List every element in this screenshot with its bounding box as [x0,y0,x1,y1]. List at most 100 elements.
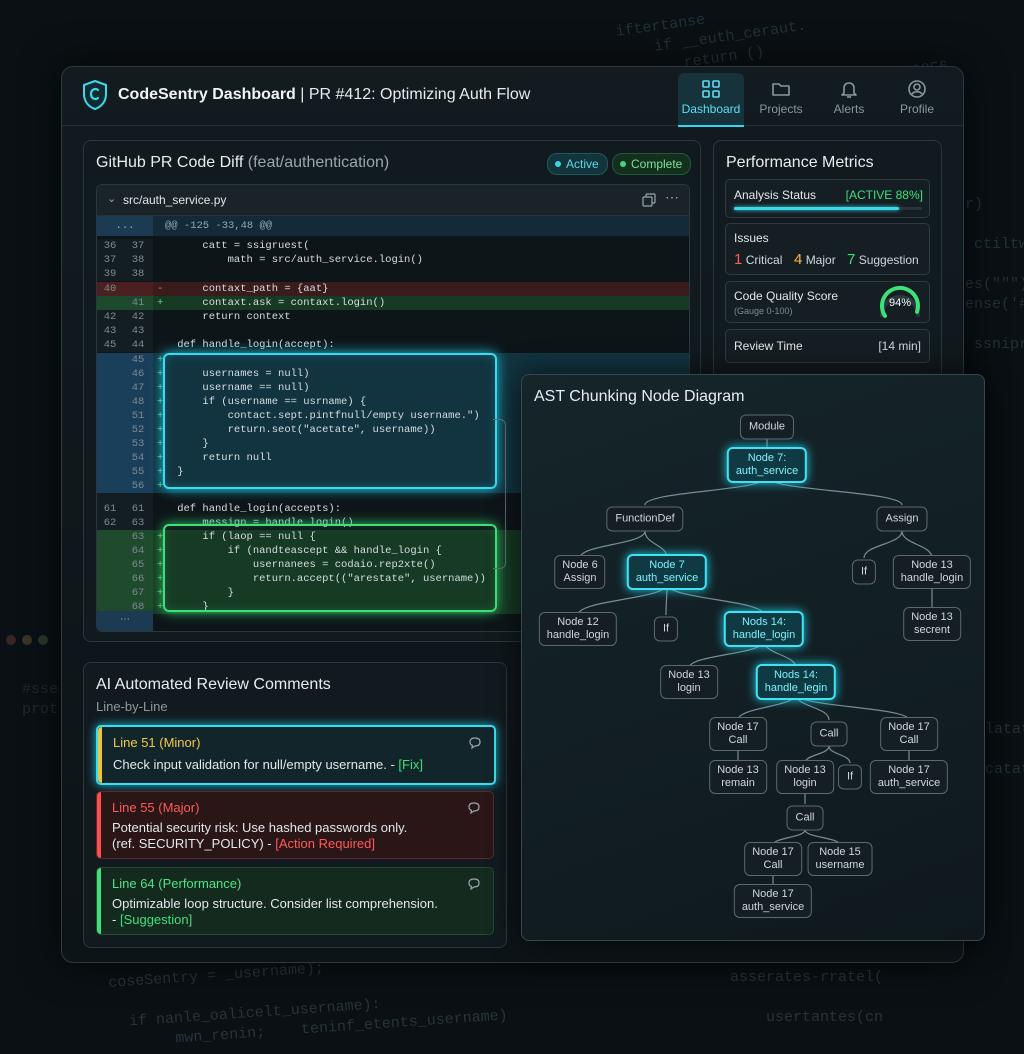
new-line-number: 51 [131,410,145,422]
diff-line: 42 42 return context [97,310,689,324]
ast-node-n14b[interactable]: Nods 14: handle_legin [755,664,837,700]
nav-alerts[interactable]: Alerts [816,73,882,125]
nav-dashboard[interactable]: Dashboard [678,73,744,127]
comment-icon[interactable] [468,736,482,750]
ast-node-n13a[interactable]: Node 13 handle_login [892,555,972,589]
nav-projects[interactable]: Projects [748,73,814,125]
analysis-progress-fill [734,207,900,210]
ast-node-sublabel: login [677,682,701,694]
ast-node-n14a[interactable]: Nods 14: handle_login [723,611,805,647]
severity-bar-performance [97,868,101,934]
highlight-block-loop [163,524,497,612]
severity-bar-minor [98,727,102,783]
ast-node-sublabel: auth_service [877,777,941,789]
ast-node-n17c2[interactable]: Node 17 Call [880,717,938,751]
ast-node-sublabel: Call [728,734,748,746]
code-text: catt = ssigruest( [152,240,310,252]
ast-node-label: If [846,770,854,783]
new-line-number: 42 [131,311,145,323]
quality-value: 94% [889,297,912,309]
ast-node-sublabel: handle_login [900,572,964,584]
status-badge-active: Active [547,153,608,175]
ast-node-label: Node 17 [752,846,794,858]
diff-line: 40- contaxt_path = {aat} [97,282,689,296]
expand-lines-button[interactable]: ... [97,216,153,236]
review-time-label: Review Time [734,339,803,353]
window-dots [6,632,54,650]
ast-node-fdef[interactable]: FunctionDef [606,506,684,532]
ast-node-if2[interactable]: If [653,616,679,642]
ast-node-call1[interactable]: Call [810,721,848,747]
ast-node-n7a[interactable]: Node 7: auth_service [726,447,808,483]
ast-node-if3[interactable]: If [837,764,863,790]
nav-profile[interactable]: Profile [884,73,950,125]
connector-line [493,419,506,569]
old-line-number: 37 [103,254,117,266]
hunk-header: @@ -125 -33,48 @@ [165,220,273,232]
ast-node-label: Node 17 [717,721,759,733]
analysis-status-label: Analysis Status [734,188,817,202]
more-options-icon[interactable]: ⋯ [665,190,679,207]
comment-tag: [Suggestion] [119,912,193,927]
comment-body-ref: (ref. SECURITY_POLICY) - [112,836,276,851]
new-line-number: 45 [131,354,145,366]
ast-node-label: Node 13 [717,764,759,776]
user-icon [908,80,926,98]
new-line-number: 48 [131,396,145,408]
ast-node-n13l[interactable]: Node 13 login [660,665,718,699]
background-code-far-right: latata catata [985,721,1024,778]
comment-tag: [Fix] [398,757,423,772]
background-code-bottom-right: asserates-rratel( usertantes(cn [730,969,884,1026]
severity-bar-major [97,792,101,858]
copy-icon[interactable] [642,193,656,207]
pr-title: PR #412: Optimizing Auth Flow [308,86,531,103]
old-line-number: 42 [103,311,117,323]
ast-node-sublabel: handle_login [546,629,610,641]
ast-node-label: Node 6 [562,559,598,571]
new-line-number: 67 [131,587,145,599]
major-number: 4 [794,251,803,268]
ast-node-label: Nods 14: [741,616,787,628]
quality-sublabel: (Gauge 0-100) [734,306,793,316]
comment-body-prefix: - [112,912,120,927]
ast-node-module[interactable]: Module [739,414,795,440]
comment-icon[interactable] [467,877,481,891]
status-badge-complete: Complete [612,153,692,175]
review-comment-performance[interactable]: Line 64 (Performance) Optimizable loop s… [96,867,494,935]
review-comment-major[interactable]: Line 55 (Major) Potential security risk:… [96,791,494,859]
hunk-header-row: ... @@ -125 -33,48 @@ [97,216,689,236]
ast-node-n13s[interactable]: Node 13 secrent [903,607,961,641]
ast-node-call2[interactable]: Call [786,805,824,831]
ast-node-n13l2[interactable]: Node 13 login [776,760,834,794]
ast-node-n17c1[interactable]: Node 17 Call [709,717,767,751]
folder-icon [772,83,790,96]
app-name: CodeSentry Dashboard [118,86,296,103]
new-line-number: 38 [131,254,145,266]
ast-edge [863,530,903,559]
ast-node-n12[interactable]: Node 12 handle_login [538,612,618,646]
ast-node-if1[interactable]: If [851,559,877,585]
ast-node-n17as2[interactable]: Node 17 auth_service [733,884,813,918]
new-line-number: 63 [131,517,145,529]
new-line-number: 43 [131,325,145,337]
suggestion-count: 7 Suggestion [847,251,919,268]
ast-node-assign[interactable]: Assign [876,506,928,532]
ast-node-label: Node 13 [668,669,710,681]
ast-node-n7b[interactable]: Node 7 auth_service [626,554,708,590]
ast-node-label: If [662,622,670,635]
comment-icon[interactable] [467,801,481,815]
major-label: Major [805,253,836,267]
ast-node-n17as[interactable]: Node 17 auth_service [869,760,949,794]
review-comment-minor[interactable]: Line 51 (Minor) Check input validation f… [96,725,496,785]
ast-node-label: If [860,565,868,578]
ast-node-n15[interactable]: Node 15 username [807,842,873,876]
comment-body-text: Optimizable loop structure. Consider lis… [112,896,438,911]
ast-node-n17c3[interactable]: Node 17 Call [744,842,802,876]
chevron-down-icon[interactable]: ⌄ [107,192,116,206]
ast-node-n6[interactable]: Node 6 Assign [554,555,606,589]
nav-profile-label: Profile [899,102,934,116]
background-code-left: #sse prot [22,681,59,718]
ast-node-n13r[interactable]: Node 13 remain [709,760,767,794]
code-text: def handle_login(accept): [152,339,335,351]
comments-subtitle: Line-by-Line [96,699,168,714]
